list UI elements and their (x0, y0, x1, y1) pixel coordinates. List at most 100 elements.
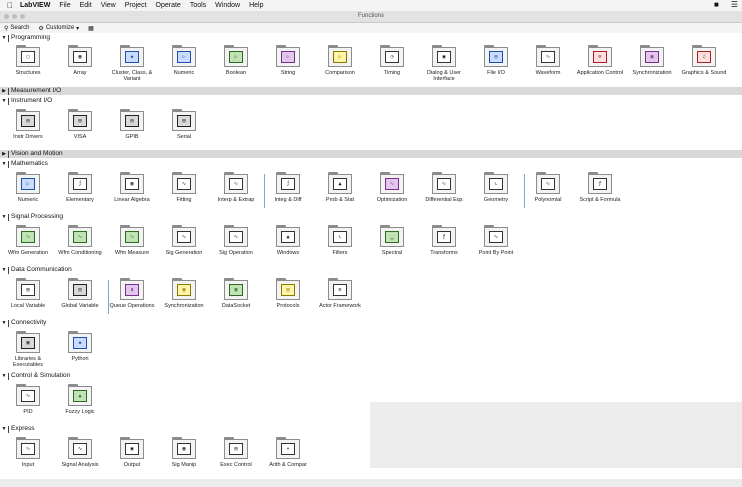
palette-item-integ-diff[interactable]: ∫ Integ & Diff (260, 172, 316, 222)
palette-item-serial[interactable]: ▤ Serial (156, 109, 212, 159)
palette-item-optimization[interactable]: ∿ Optimization (364, 172, 420, 222)
palette-item-gpib[interactable]: ▤ GPIB (104, 109, 160, 159)
item-label: DataSocket (221, 303, 251, 309)
palette-item-windows[interactable]: ▲ Windows (260, 225, 316, 275)
category-programming[interactable]: ▼ Programming (0, 34, 742, 42)
category-control-simulation[interactable]: ▼ Control & Simulation (0, 372, 742, 380)
palette-item-linear-algebra[interactable]: ▦ Linear Algebra (104, 172, 160, 222)
palette-item-visa[interactable]: ▤ VISA (52, 109, 108, 159)
item-label: Geometry (483, 197, 509, 203)
category-instrument-io[interactable]: ▼ Instrument I/O (0, 97, 742, 105)
palette-item-signal-analysis[interactable]: ∿ Signal Analysis (52, 437, 108, 487)
palette-item-sig-manip[interactable]: ▦ Sig Manip (156, 437, 212, 487)
menubar-status-icon[interactable]: ■ (714, 0, 719, 9)
palette-item-boolean[interactable]: ▷ Boolean (208, 45, 264, 95)
palette-item-transforms[interactable]: ƒ Transforms (416, 225, 472, 275)
palette-item-actor-framework[interactable]: ⚙ Actor Framework (312, 278, 368, 328)
palette-item-libraries-executables[interactable]: ▦ Libraries & Executables (0, 331, 56, 381)
palette-item-instr-drivers[interactable]: ▤ Instr Drivers (0, 109, 56, 159)
palette-item-script-formula[interactable]: ƒ Script & Formula (572, 172, 628, 222)
palette-item-pid[interactable]: ∿ PID (0, 384, 56, 434)
filters-icon: ∟ (333, 231, 347, 243)
item-label: Python (71, 356, 89, 362)
palette-item-array[interactable]: ▦ Array (52, 45, 108, 95)
item-label: Queue Operations (109, 303, 155, 309)
palette-item-waveform[interactable]: ∿ Waveform (520, 45, 576, 95)
apple-menu-icon[interactable]:  (4, 1, 16, 10)
palette-item-dc-synchronization[interactable]: ▦ Synchronization (156, 278, 212, 328)
palette-item-geometry[interactable]: ∟ Geometry (468, 172, 524, 222)
palette-item-python[interactable]: ◆ Python (52, 331, 108, 381)
palette-item-fitting[interactable]: ∿ Fitting (156, 172, 212, 222)
palette-item-graphics-sound[interactable]: ♫ Graphics & Sound (676, 45, 732, 95)
close-window-button[interactable] (4, 14, 9, 19)
menu-operate[interactable]: Operate (156, 2, 181, 9)
palette-item-math-numeric[interactable]: ▷ Numeric (0, 172, 56, 222)
palette-item-arith-compar[interactable]: ÷ Arith & Compar (260, 437, 316, 487)
palette-item-differential-eqs[interactable]: ∿ Differential Eqs (416, 172, 472, 222)
string-icon: ▷ (281, 51, 295, 63)
palette-view-button[interactable]: ▦ (88, 25, 94, 32)
menu-app-name[interactable]: LabVIEW (20, 2, 50, 9)
menu-file[interactable]: File (59, 2, 70, 9)
item-label: Synchronization (164, 303, 204, 309)
item-label: Boolean (225, 70, 247, 76)
palette-item-wfm-generation[interactable]: ∿ Wfm Generation (0, 225, 56, 275)
palette-item-dialog[interactable]: ▣ Dialog & User Interface (416, 45, 472, 95)
palette-item-point-by-point[interactable]: ∿ Point By Point (468, 225, 524, 275)
palette-item-wfm-conditioning[interactable]: ∿ Wfm Conditioning (52, 225, 108, 275)
item-label: Synchronization (632, 70, 672, 76)
palette-item-spectral[interactable]: ▁ Spectral (364, 225, 420, 275)
item-label: Serial (176, 134, 192, 140)
item-label: Differential Eqs (425, 197, 463, 203)
minimize-window-button[interactable] (12, 14, 17, 19)
palette-item-fuzzy-logic[interactable]: ▲ Fuzzy Logic (52, 384, 108, 434)
palette-item-datasocket[interactable]: ▦ DataSocket (208, 278, 264, 328)
item-label: Transforms (430, 250, 458, 256)
actor-framework-icon: ⚙ (333, 284, 347, 296)
item-label: String (280, 70, 296, 76)
palette-item-protocols[interactable]: ▤ Protocols (260, 278, 316, 328)
palette-item-cluster[interactable]: ◆ Cluster, Class, & Variant (104, 45, 160, 95)
item-label: Interp & Extrap (217, 197, 255, 203)
palette-item-queue-operations[interactable]: ▮ Queue Operations (104, 278, 160, 328)
menu-view[interactable]: View (101, 2, 116, 9)
chevron-down-icon: ▾ (76, 25, 80, 32)
palette-item-synchronization[interactable]: ▦ Synchronization (624, 45, 680, 95)
search-button[interactable]: ⚲ Search (4, 25, 29, 32)
palette-item-sig-operation[interactable]: ∿ Sig Operation (208, 225, 264, 275)
palette-item-structures[interactable]: ▢ Structures (0, 45, 56, 95)
palette-item-sig-generation[interactable]: ∿ Sig Generation (156, 225, 212, 275)
menu-edit[interactable]: Edit (80, 2, 92, 9)
palette-item-prob-stat[interactable]: ▲ Prob & Stat (312, 172, 368, 222)
palette-item-exec-control[interactable]: ▤ Exec Control (208, 437, 264, 487)
palette-item-output[interactable]: ▣ Output (104, 437, 160, 487)
menu-project[interactable]: Project (125, 2, 147, 9)
palette-item-polynomial[interactable]: ∿ Polynomial (520, 172, 576, 222)
palette-item-comparison[interactable]: ▷ Comparison (312, 45, 368, 95)
palette-item-timing[interactable]: ◷ Timing (364, 45, 420, 95)
palette-item-numeric[interactable]: ▷ Numeric (156, 45, 212, 95)
palette-item-filters[interactable]: ∟ Filters (312, 225, 368, 275)
array-icon: ▦ (73, 51, 87, 63)
palette-item-global-variable[interactable]: ▤ Global Variable (52, 278, 108, 328)
category-mathematics[interactable]: ▼ Mathematics (0, 160, 742, 168)
menu-tools[interactable]: Tools (190, 2, 206, 9)
zoom-window-button[interactable] (20, 14, 25, 19)
palette-item-file-io[interactable]: ▤ File I/O (468, 45, 524, 95)
palette-item-interp-extrap[interactable]: ∿ Interp & Extrap (208, 172, 264, 222)
palette-item-wfm-measure[interactable]: ∿ Wfm Measure (104, 225, 160, 275)
item-label: Structures (15, 70, 41, 76)
menu-window[interactable]: Window (215, 2, 240, 9)
palette-item-application-control[interactable]: ⚙ Application Control (572, 45, 628, 95)
item-label: Prob & Stat (325, 197, 355, 203)
menu-help[interactable]: Help (249, 2, 263, 9)
palette-item-string[interactable]: ▷ String (260, 45, 316, 95)
palette-item-local-variable[interactable]: ▤ Local Variable (0, 278, 56, 328)
customize-button[interactable]: ⚙ Customize ▾ (38, 25, 79, 32)
item-label: Libraries & Executables (13, 356, 43, 368)
control-center-icon[interactable]: ☰ (731, 0, 738, 9)
palette-item-elementary[interactable]: ∫ Elementary (52, 172, 108, 222)
palette-item-input[interactable]: ∿ Input (0, 437, 56, 487)
datasocket-icon: ▦ (229, 284, 243, 296)
